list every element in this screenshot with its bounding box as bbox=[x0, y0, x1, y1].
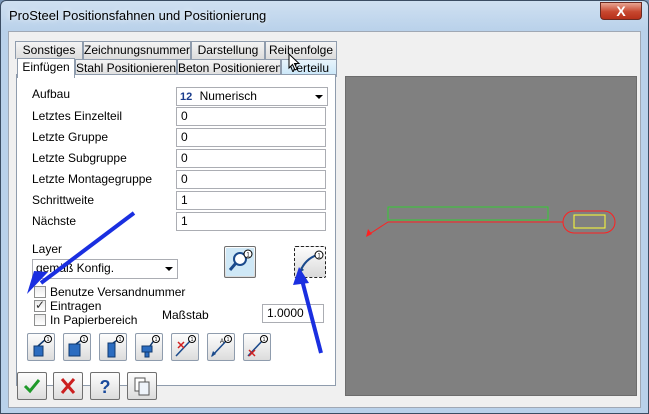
annotation-arrow-left bbox=[39, 211, 136, 285]
annotation-arrow-right bbox=[300, 279, 323, 354]
annotation-overlay bbox=[27, 211, 323, 354]
arrow-head-icon bbox=[293, 267, 309, 285]
dialog-window: ProSteel Positionsfahnen und Positionier… bbox=[0, 0, 649, 414]
tab-einfuegen[interactable]: Einfügen bbox=[17, 58, 75, 78]
